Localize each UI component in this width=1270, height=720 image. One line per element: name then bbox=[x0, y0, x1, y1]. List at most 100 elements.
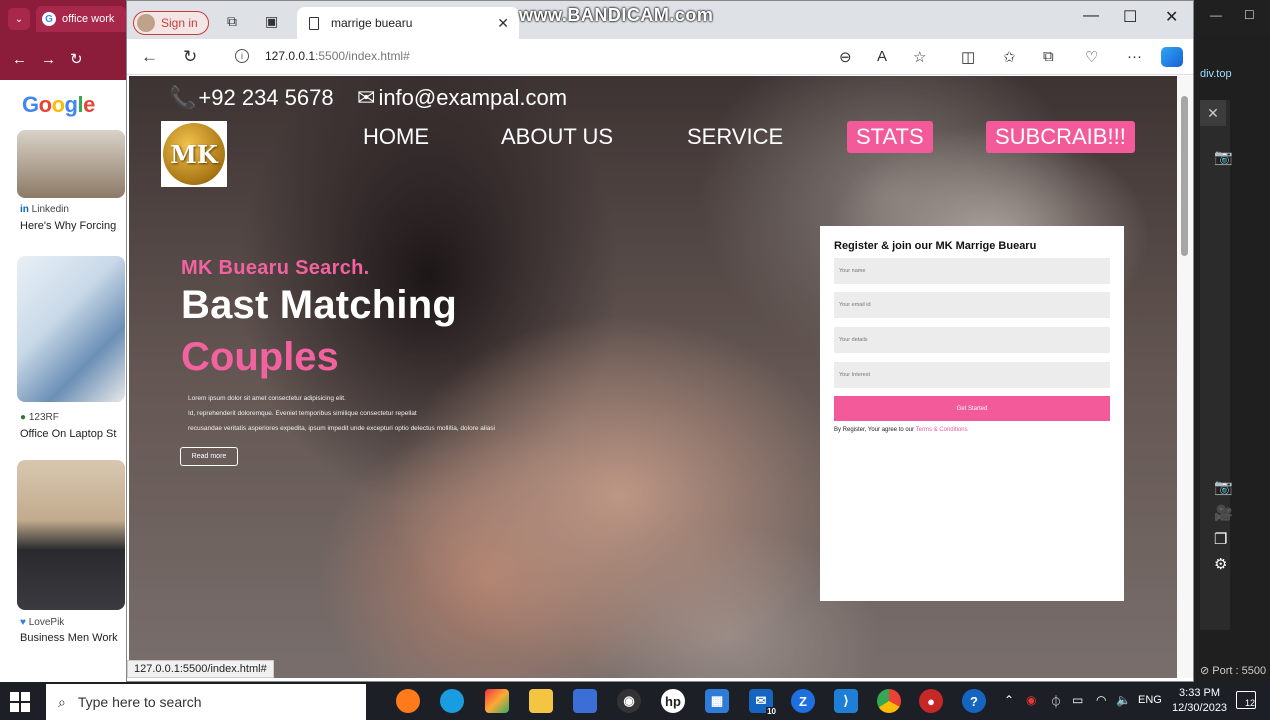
language-indicator[interactable]: ENG bbox=[1138, 694, 1162, 706]
media-app-icon[interactable] bbox=[485, 689, 509, 713]
result-caption-3[interactable]: Business Men Work bbox=[20, 632, 126, 644]
editor-titlebar: — ☐ bbox=[1194, 0, 1270, 34]
result-image-2[interactable] bbox=[17, 256, 125, 402]
result-image-1[interactable] bbox=[17, 130, 125, 198]
result-caption-1[interactable]: Here's Why Forcing bbox=[20, 220, 126, 232]
taskbar-search-box[interactable]: ⌕ Type here to search bbox=[46, 684, 366, 720]
interest-field[interactable] bbox=[834, 362, 1110, 388]
google-logo[interactable]: Google bbox=[22, 92, 95, 118]
workspaces-icon[interactable]: ⧉ bbox=[227, 13, 237, 30]
favorites-icon[interactable]: ✩ bbox=[1003, 48, 1016, 66]
tab-actions-chevron-icon[interactable]: ⌄ bbox=[8, 8, 30, 30]
video-icon[interactable]: 🎥 bbox=[1214, 504, 1233, 522]
tab-actions-icon[interactable]: ▣ bbox=[265, 13, 278, 30]
get-started-button[interactable]: Get Started bbox=[834, 396, 1110, 421]
back-arrow-icon[interactable]: ← bbox=[141, 47, 158, 67]
battery-icon[interactable]: ▭ bbox=[1072, 693, 1083, 707]
more-menu-icon[interactable]: ··· bbox=[1127, 48, 1142, 65]
hp-icon[interactable]: hp bbox=[661, 689, 685, 713]
split-screen-icon[interactable]: ◫ bbox=[961, 48, 975, 66]
nav-subscribe[interactable]: SUBCRAIB!!! bbox=[986, 121, 1135, 153]
back-arrow-icon[interactable]: ← bbox=[12, 51, 27, 68]
nav-home[interactable]: HOME bbox=[354, 121, 438, 153]
hero-text-line: Lorem ipsum dolor sit amet consectetur a… bbox=[188, 395, 346, 402]
taskbar-clock[interactable]: 3:33 PM 12/30/2023 bbox=[1172, 686, 1227, 716]
copilot-icon[interactable] bbox=[1161, 47, 1183, 67]
tab-close-icon[interactable]: ✕ bbox=[497, 15, 509, 32]
details-field[interactable] bbox=[834, 327, 1110, 353]
scrollbar-thumb[interactable] bbox=[1181, 96, 1188, 256]
camera-icon[interactable]: 📷 bbox=[1214, 148, 1233, 166]
file-explorer-icon[interactable] bbox=[529, 689, 553, 713]
firefox-icon[interactable] bbox=[396, 689, 420, 713]
web-page-viewport[interactable]: 📞 +92 234 5678 ✉ info@exampal.com MK HOME … bbox=[129, 76, 1177, 678]
site-info-icon[interactable]: i bbox=[235, 49, 249, 63]
help-icon[interactable]: ? bbox=[962, 689, 986, 713]
minimize-icon[interactable]: — bbox=[1083, 7, 1099, 25]
read-aloud-icon[interactable]: A bbox=[877, 48, 887, 65]
camera-app-icon[interactable]: ◉ bbox=[617, 689, 641, 713]
terms-notice: By Register, Your agree to our Terms & C… bbox=[834, 427, 968, 433]
browser-essentials-icon[interactable]: ♡ bbox=[1085, 48, 1098, 66]
site-logo[interactable]: MK bbox=[161, 121, 227, 187]
live-server-port[interactable]: ⊘ Port : 5500 bbox=[1200, 664, 1266, 677]
favorite-star-icon[interactable]: ☆ bbox=[913, 48, 926, 66]
email-address: info@exampal.com bbox=[378, 85, 568, 110]
profile-sign-in-button[interactable]: Sign in bbox=[133, 11, 209, 35]
nav-about-us[interactable]: ABOUT US bbox=[492, 121, 622, 153]
camera-icon[interactable]: 📷 bbox=[1214, 478, 1233, 496]
mail-icon[interactable]: ✉ 10 bbox=[749, 689, 777, 716]
result-source-1: in Linkedin bbox=[20, 204, 69, 215]
nav-stats[interactable]: STATS bbox=[847, 121, 933, 153]
read-more-button[interactable]: Read more bbox=[180, 447, 238, 466]
browser-window[interactable]: Sign in ⧉ ▣ marrige buearu ✕ www.BANDICA… bbox=[126, 0, 1194, 682]
reload-icon[interactable]: ↻ bbox=[70, 50, 83, 68]
close-icon[interactable]: ✕ bbox=[1200, 100, 1226, 126]
nav-service[interactable]: SERVICE bbox=[678, 121, 792, 153]
terms-link[interactable]: Terms & Conditions bbox=[916, 427, 968, 433]
edge-icon[interactable] bbox=[440, 689, 464, 713]
forward-arrow-icon[interactable]: → bbox=[41, 51, 56, 68]
vscode-icon[interactable]: ⟩ bbox=[834, 689, 858, 713]
maximize-icon[interactable]: ☐ bbox=[1244, 8, 1255, 22]
chrome-icon[interactable] bbox=[877, 689, 901, 713]
result-source-2: ● 123RF bbox=[20, 412, 59, 423]
clock-time: 3:33 PM bbox=[1179, 687, 1221, 699]
background-browser-window[interactable]: ⌄ G office work ← → ↻ Google in Linkedin… bbox=[0, 0, 126, 682]
result-image-3[interactable] bbox=[17, 460, 125, 610]
store-icon[interactable] bbox=[573, 689, 597, 713]
volume-icon[interactable]: 🔈 bbox=[1116, 693, 1131, 707]
gear-icon[interactable]: ⚙ bbox=[1214, 555, 1227, 573]
minimize-icon[interactable]: — bbox=[1210, 8, 1222, 22]
zoom-out-icon[interactable]: ⊖ bbox=[839, 48, 852, 66]
maximize-icon[interactable]: ☐ bbox=[1123, 7, 1137, 27]
editor-breadcrumb[interactable]: div.top bbox=[1200, 68, 1232, 80]
calculator-icon[interactable]: ▦ bbox=[705, 689, 729, 713]
logo-badge: MK bbox=[163, 123, 225, 185]
header-email[interactable]: ✉ info@exampal.com bbox=[357, 85, 567, 111]
email-field[interactable] bbox=[834, 292, 1110, 318]
tab-marrige-buearu[interactable]: marrige buearu ✕ bbox=[297, 7, 519, 39]
header-phone[interactable]: 📞 +92 234 5678 bbox=[169, 85, 334, 111]
chevron-up-icon[interactable]: ⌃ bbox=[1004, 693, 1014, 707]
notification-center-icon[interactable]: 12 bbox=[1236, 691, 1256, 709]
record-icon[interactable]: ● bbox=[919, 689, 943, 713]
background-tab[interactable]: G office work bbox=[36, 6, 126, 32]
url-field[interactable]: 127.0.0.1:5500/index.html# bbox=[265, 49, 410, 63]
reload-icon[interactable]: ↻ bbox=[183, 47, 197, 67]
result-caption-2[interactable]: Office On Laptop St bbox=[20, 428, 126, 440]
collections-icon[interactable]: ⧉ bbox=[1043, 48, 1054, 65]
bluetooth-icon[interactable]: ⏀ bbox=[1050, 693, 1062, 710]
close-icon[interactable]: ✕ bbox=[1165, 7, 1178, 27]
windows-start-icon[interactable] bbox=[10, 692, 30, 712]
phone-icon: 📞 bbox=[169, 85, 197, 110]
tab-title: marrige buearu bbox=[331, 16, 413, 30]
form-title: Register & join our MK Marrige Buearu bbox=[834, 240, 1037, 252]
wifi-icon[interactable]: ◠ bbox=[1096, 693, 1106, 707]
zoom-icon[interactable]: Z bbox=[791, 689, 815, 713]
record-tray-icon[interactable]: ◉ bbox=[1026, 693, 1036, 707]
hero-heading-line1: Bast Matching bbox=[181, 283, 457, 327]
copy-icon[interactable]: ❐ bbox=[1214, 530, 1227, 548]
name-field[interactable] bbox=[834, 258, 1110, 284]
envelope-icon: ✉ bbox=[357, 85, 376, 110]
